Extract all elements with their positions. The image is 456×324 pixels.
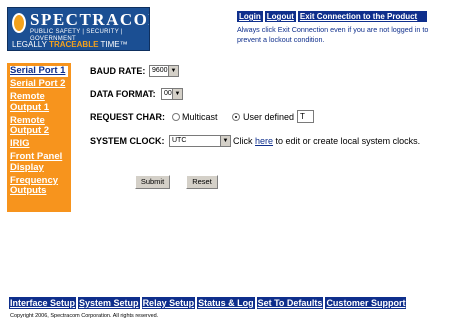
data-format-value: 00	[164, 90, 172, 97]
system-clock-help-prefix: Click	[233, 136, 253, 146]
logo-mark-icon	[12, 13, 26, 33]
user-defined-radio[interactable]	[232, 113, 240, 121]
chevron-down-icon: ▼	[168, 66, 178, 76]
submit-button[interactable]: Submit	[135, 175, 170, 189]
sidebar: Serial Port 1 Serial Port 2 Remote Outpu…	[7, 63, 71, 212]
nav-system-setup[interactable]: System Setup	[78, 297, 140, 309]
logo-tagline-suffix: TIME™	[100, 40, 128, 49]
data-format-select[interactable]: 00 ▼	[161, 88, 183, 100]
chevron-down-icon: ▼	[172, 89, 182, 99]
baud-rate-label: BAUD RATE:	[90, 66, 146, 76]
login-link[interactable]: Login	[237, 11, 263, 22]
sidebar-item-front-panel-display[interactable]: Front Panel Display	[10, 151, 71, 173]
nav-set-to-defaults[interactable]: Set To Defaults	[256, 297, 324, 309]
logo-name: SPECTRACOM	[30, 10, 149, 29]
exit-connection-link[interactable]: Exit Connection to the Product	[297, 11, 427, 22]
baud-rate-value: 9600	[152, 67, 168, 74]
request-char-input[interactable]: T	[297, 110, 314, 123]
nav-status-log[interactable]: Status & Log	[197, 297, 255, 309]
lockout-note: Always click Exit Connection even if you…	[237, 25, 429, 44]
logo-tagline-prefix: LEGALLY	[12, 40, 47, 49]
system-clock-help-suffix: to edit or create local system clocks.	[275, 136, 421, 146]
multicast-label: Multicast	[182, 112, 218, 122]
system-clock-label: SYSTEM CLOCK:	[90, 136, 165, 146]
sidebar-item-frequency-outputs[interactable]: Frequency Outputs	[10, 175, 71, 197]
data-format-label: DATA FORMAT:	[90, 89, 156, 99]
system-clock-here-link[interactable]: here	[255, 136, 273, 146]
sidebar-item-remote-output-2[interactable]: Remote Output 2	[10, 115, 71, 137]
sidebar-item-serial-port-1[interactable]: Serial Port 1	[10, 65, 68, 77]
spectracom-logo: SPECTRACOM PUBLIC SAFETY | SECURITY | GO…	[7, 7, 150, 51]
request-char-label: REQUEST CHAR:	[90, 112, 166, 122]
multicast-radio[interactable]	[172, 113, 180, 121]
system-clock-value: UTC	[172, 137, 187, 144]
system-clock-help: Click here to edit or create local syste…	[233, 135, 420, 147]
nav-interface-setup[interactable]: Interface Setup	[9, 297, 77, 309]
logo-tagline-highlight: TRACEABLE	[49, 40, 99, 49]
baud-rate-select[interactable]: 9600 ▼	[149, 65, 179, 77]
bottom-nav: Interface Setup System Setup Relay Setup…	[9, 297, 407, 309]
chevron-down-icon: ▼	[220, 136, 230, 146]
logout-link[interactable]: Logout	[264, 11, 296, 22]
copyright-text: Copyright 2006, Spectracom Corporation. …	[10, 313, 159, 319]
sidebar-item-remote-output-1[interactable]: Remote Output 1	[10, 91, 71, 113]
user-defined-label: User defined	[243, 112, 295, 122]
logo-tagline: LEGALLY TRACEABLE TIME™	[12, 39, 128, 50]
sidebar-item-serial-port-2[interactable]: Serial Port 2	[10, 78, 71, 90]
reset-button[interactable]: Reset	[186, 175, 218, 189]
sidebar-item-irig[interactable]: IRIG	[10, 138, 71, 150]
system-clock-select[interactable]: UTC ▼	[169, 135, 231, 147]
nav-relay-setup[interactable]: Relay Setup	[141, 297, 196, 309]
top-links: Login Logout Exit Connection to the Prod…	[237, 11, 427, 22]
nav-customer-support[interactable]: Customer Support	[325, 297, 407, 309]
